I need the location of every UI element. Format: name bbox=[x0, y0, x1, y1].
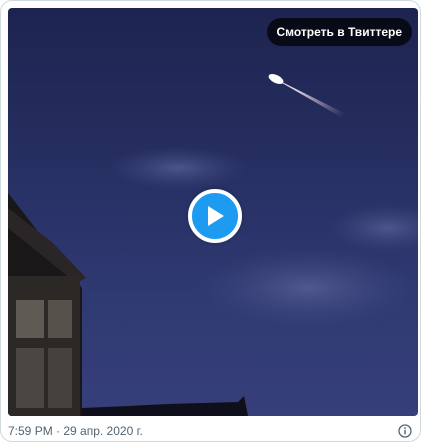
tweet-timestamp[interactable]: 7:59 PM · 29 апр. 2020 г. bbox=[8, 424, 143, 438]
watch-on-twitter-button[interactable]: Смотреть в Твиттере bbox=[266, 18, 412, 46]
video-player[interactable]: Смотреть в Твиттере bbox=[8, 8, 418, 416]
play-button[interactable] bbox=[188, 189, 242, 243]
meteor-trail bbox=[270, 76, 358, 124]
tweet-card: Смотреть в Твиттере 7:59 PM · 29 апр. 20… bbox=[0, 0, 421, 442]
info-icon[interactable] bbox=[397, 423, 413, 439]
watch-on-twitter-label: Смотреть в Твиттере bbox=[276, 25, 403, 39]
play-icon bbox=[208, 206, 224, 226]
tweet-footer: 7:59 PM · 29 апр. 2020 г. bbox=[8, 421, 413, 441]
